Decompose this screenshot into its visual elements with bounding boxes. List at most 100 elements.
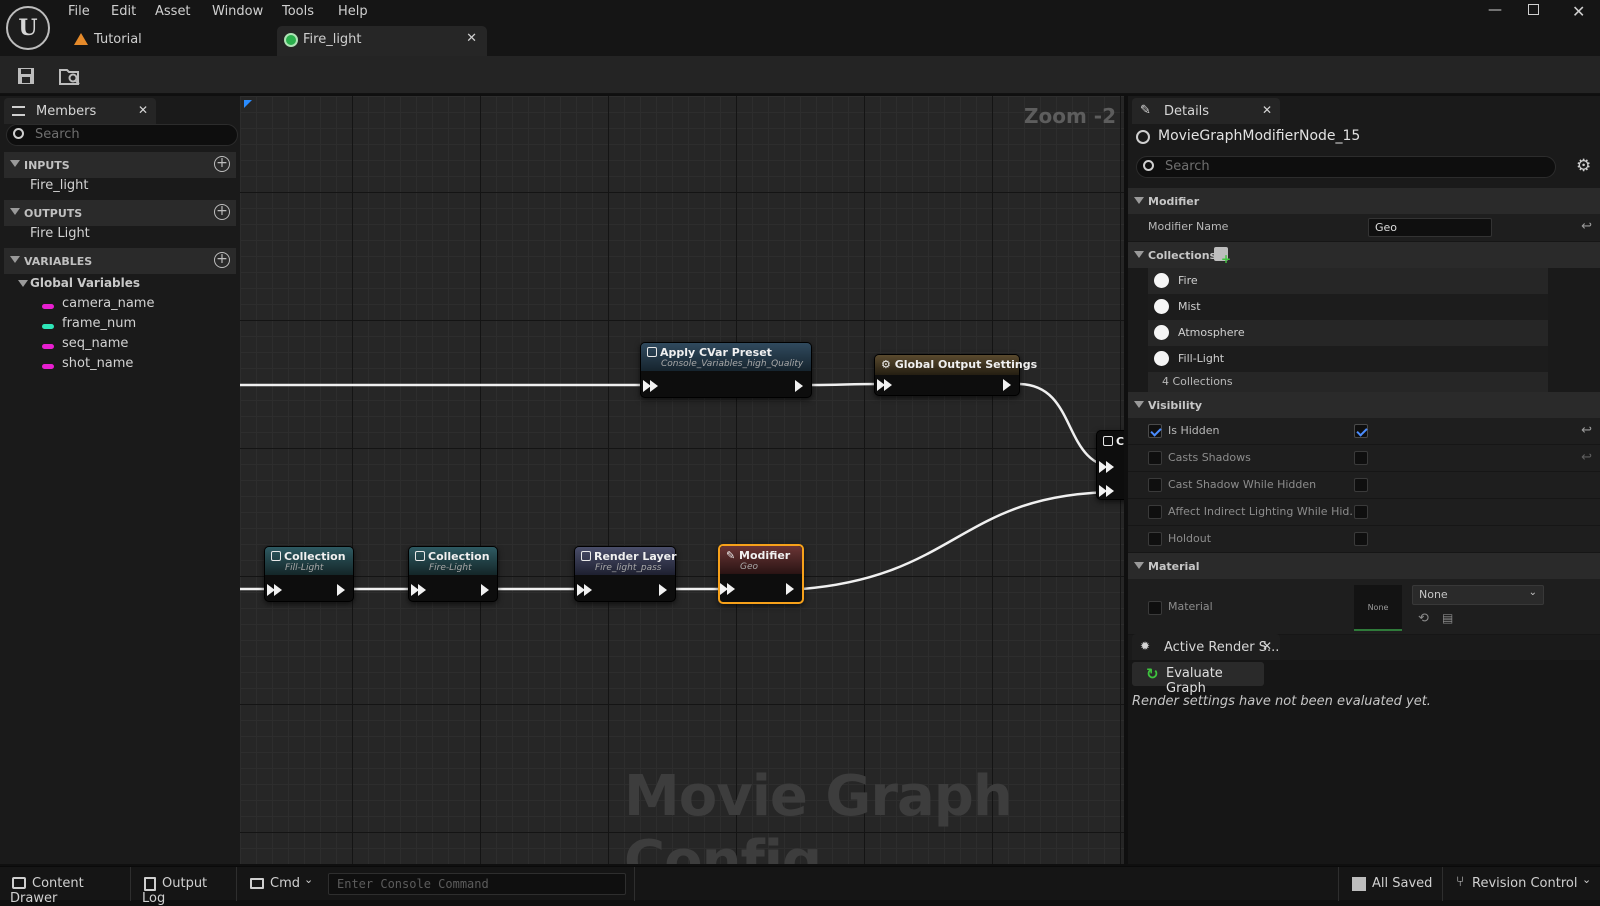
exec-out-pin[interactable] bbox=[786, 583, 794, 595]
add-output-icon[interactable]: + bbox=[214, 204, 230, 220]
collection-entry[interactable]: Mist bbox=[1148, 294, 1548, 320]
exec-out-pin[interactable] bbox=[795, 380, 803, 392]
cast-shadow-while-hidden-override-checkbox[interactable] bbox=[1148, 478, 1162, 492]
settings-gear-icon[interactable]: ⚙ bbox=[1576, 156, 1591, 176]
collection-toggle-dot[interactable] bbox=[1154, 299, 1169, 314]
material-row: Material None None ⌄ ⟲ ▤ bbox=[1128, 579, 1600, 635]
close-tab-icon[interactable]: ✕ bbox=[466, 31, 477, 46]
modifier-name-input[interactable]: Geo bbox=[1368, 218, 1492, 237]
evaluate-graph-button[interactable]: ↻ Evaluate Graph bbox=[1132, 662, 1264, 696]
close-members-icon[interactable]: ✕ bbox=[138, 103, 148, 117]
holdout-override-checkbox[interactable] bbox=[1148, 532, 1162, 546]
collection-node[interactable]: Collection Fire-Light bbox=[408, 546, 498, 602]
affect-indirect-lighting-override-checkbox[interactable] bbox=[1148, 505, 1162, 519]
console-command-input[interactable]: Enter Console Command bbox=[328, 873, 626, 895]
collection-node[interactable]: Collection Fill-Light bbox=[264, 546, 354, 602]
apply-cvar-preset-node[interactable]: Apply CVar Preset Console_Variables_high… bbox=[640, 342, 812, 398]
tab-tutorial[interactable]: Tutorial bbox=[68, 26, 268, 56]
cast-shadow-while-hidden-value-checkbox[interactable] bbox=[1354, 478, 1368, 492]
exec-out-pin[interactable] bbox=[481, 584, 489, 596]
menu-edit[interactable]: Edit bbox=[111, 4, 136, 19]
material-thumbnail[interactable]: None bbox=[1354, 585, 1402, 631]
collections-category-header[interactable]: Collections + bbox=[1128, 242, 1600, 268]
menu-tools[interactable]: Tools bbox=[282, 4, 314, 19]
collapse-icon[interactable] bbox=[18, 280, 28, 287]
menu-asset[interactable]: Asset bbox=[155, 4, 191, 19]
casts-shadows-value-checkbox[interactable] bbox=[1354, 451, 1368, 465]
collection-entry[interactable]: Fill-Light bbox=[1148, 346, 1548, 372]
affect-indirect-lighting-value-checkbox[interactable] bbox=[1354, 505, 1368, 519]
casts-shadows-override-checkbox[interactable] bbox=[1148, 451, 1162, 465]
inputs-section-header[interactable]: INPUTS + bbox=[4, 152, 236, 178]
exec-out-pin[interactable] bbox=[659, 584, 667, 596]
minimize-icon[interactable]: — bbox=[1488, 2, 1502, 18]
render-layer-node[interactable]: Render Layer Fire_light_pass bbox=[574, 546, 677, 602]
modifier-category-header[interactable]: Modifier bbox=[1128, 188, 1600, 214]
browse-asset-icon[interactable]: ▤ bbox=[1442, 611, 1453, 625]
browse-asset-icon[interactable] bbox=[58, 66, 80, 86]
close-render-settings-icon[interactable]: ✕ bbox=[1262, 639, 1272, 653]
visibility-category-header[interactable]: Visibility bbox=[1128, 392, 1600, 418]
variable-item[interactable]: frame_num bbox=[62, 316, 136, 331]
close-window-icon[interactable]: ✕ bbox=[1572, 2, 1585, 21]
exec-out-pin[interactable] bbox=[1003, 379, 1011, 391]
variable-item[interactable]: shot_name bbox=[62, 356, 133, 371]
close-details-icon[interactable]: ✕ bbox=[1262, 103, 1272, 117]
restore-icon[interactable] bbox=[1528, 4, 1539, 15]
details-search-input[interactable]: Search bbox=[1136, 156, 1556, 178]
collection-toggle-dot[interactable] bbox=[1154, 273, 1169, 288]
tab-active-render-settings[interactable]: ✹ Active Render S... ✕ bbox=[1132, 634, 1280, 660]
material-category-header[interactable]: Material bbox=[1128, 553, 1600, 579]
collection-label: Mist bbox=[1178, 300, 1201, 313]
collapse-icon bbox=[1134, 251, 1144, 258]
use-selected-asset-icon[interactable]: ⟲ bbox=[1418, 611, 1429, 626]
tab-members[interactable]: Members ✕ bbox=[4, 98, 156, 124]
menu-help[interactable]: Help bbox=[338, 4, 368, 19]
cast-shadow-while-hidden-row: Cast Shadow While Hidden bbox=[1128, 472, 1600, 499]
reset-to-default-icon[interactable]: ↩ bbox=[1581, 450, 1592, 465]
save-icon[interactable] bbox=[16, 66, 38, 86]
holdout-value-checkbox[interactable] bbox=[1354, 532, 1368, 546]
menu-window[interactable]: Window bbox=[212, 4, 263, 19]
menu-file[interactable]: File bbox=[68, 4, 90, 19]
input-item[interactable]: Fire_light bbox=[30, 178, 89, 193]
revision-control-button[interactable]: ⑂ Revision Control ⌄ bbox=[1454, 867, 1594, 901]
add-collection-icon[interactable]: + bbox=[1214, 247, 1231, 265]
all-saved-button[interactable]: All Saved bbox=[1350, 867, 1440, 901]
add-input-icon[interactable]: + bbox=[214, 156, 230, 172]
material-override-checkbox[interactable] bbox=[1148, 601, 1162, 615]
variable-item[interactable]: seq_name bbox=[62, 336, 128, 351]
material-category-label: Material bbox=[1148, 560, 1200, 573]
toolbar bbox=[0, 56, 1600, 94]
content-drawer-button[interactable]: Content Drawer bbox=[10, 867, 128, 906]
output-node[interactable]: C bbox=[1096, 430, 1124, 500]
unreal-logo[interactable]: U bbox=[6, 6, 50, 50]
modifier-node[interactable]: ✎ Modifier Geo bbox=[718, 544, 804, 604]
tab-details[interactable]: ✎ Details ✕ bbox=[1132, 98, 1280, 124]
cmd-dropdown[interactable]: Cmd ⌄ bbox=[248, 867, 318, 901]
add-variable-icon[interactable]: + bbox=[214, 252, 230, 268]
graph-canvas[interactable]: Zoom -2 Movie Graph Config Apply CVar Pr… bbox=[240, 96, 1124, 864]
global-output-settings-node[interactable]: ⚙ Global Output Settings bbox=[874, 354, 1037, 396]
reset-to-default-icon[interactable]: ↩ bbox=[1581, 423, 1592, 438]
reset-to-default-icon[interactable]: ↩ bbox=[1581, 219, 1592, 234]
collection-toggle-dot[interactable] bbox=[1154, 351, 1169, 366]
variable-item[interactable]: camera_name bbox=[62, 296, 154, 311]
tab-fire-light[interactable]: Fire_light ✕ bbox=[277, 26, 487, 56]
outputs-section-header[interactable]: OUTPUTS + bbox=[4, 200, 236, 226]
collection-icon bbox=[271, 551, 281, 561]
global-variables-label[interactable]: Global Variables bbox=[30, 276, 140, 290]
variables-section-header[interactable]: VARIABLES + bbox=[4, 248, 236, 274]
members-search-input[interactable]: Search bbox=[6, 124, 238, 146]
is-hidden-value-checkbox[interactable] bbox=[1354, 424, 1368, 438]
output-log-button[interactable]: Output Log bbox=[142, 867, 234, 906]
collection-entry[interactable]: Fire bbox=[1148, 268, 1548, 294]
output-item[interactable]: Fire Light bbox=[30, 226, 90, 241]
tab-tutorial-label: Tutorial bbox=[94, 32, 142, 47]
is-hidden-override-checkbox[interactable] bbox=[1148, 424, 1162, 438]
exec-out-pin[interactable] bbox=[337, 584, 345, 596]
collection-toggle-dot[interactable] bbox=[1154, 325, 1169, 340]
level-icon bbox=[74, 33, 88, 45]
collection-entry[interactable]: Atmosphere bbox=[1148, 320, 1548, 346]
material-dropdown[interactable]: None ⌄ bbox=[1412, 585, 1544, 605]
